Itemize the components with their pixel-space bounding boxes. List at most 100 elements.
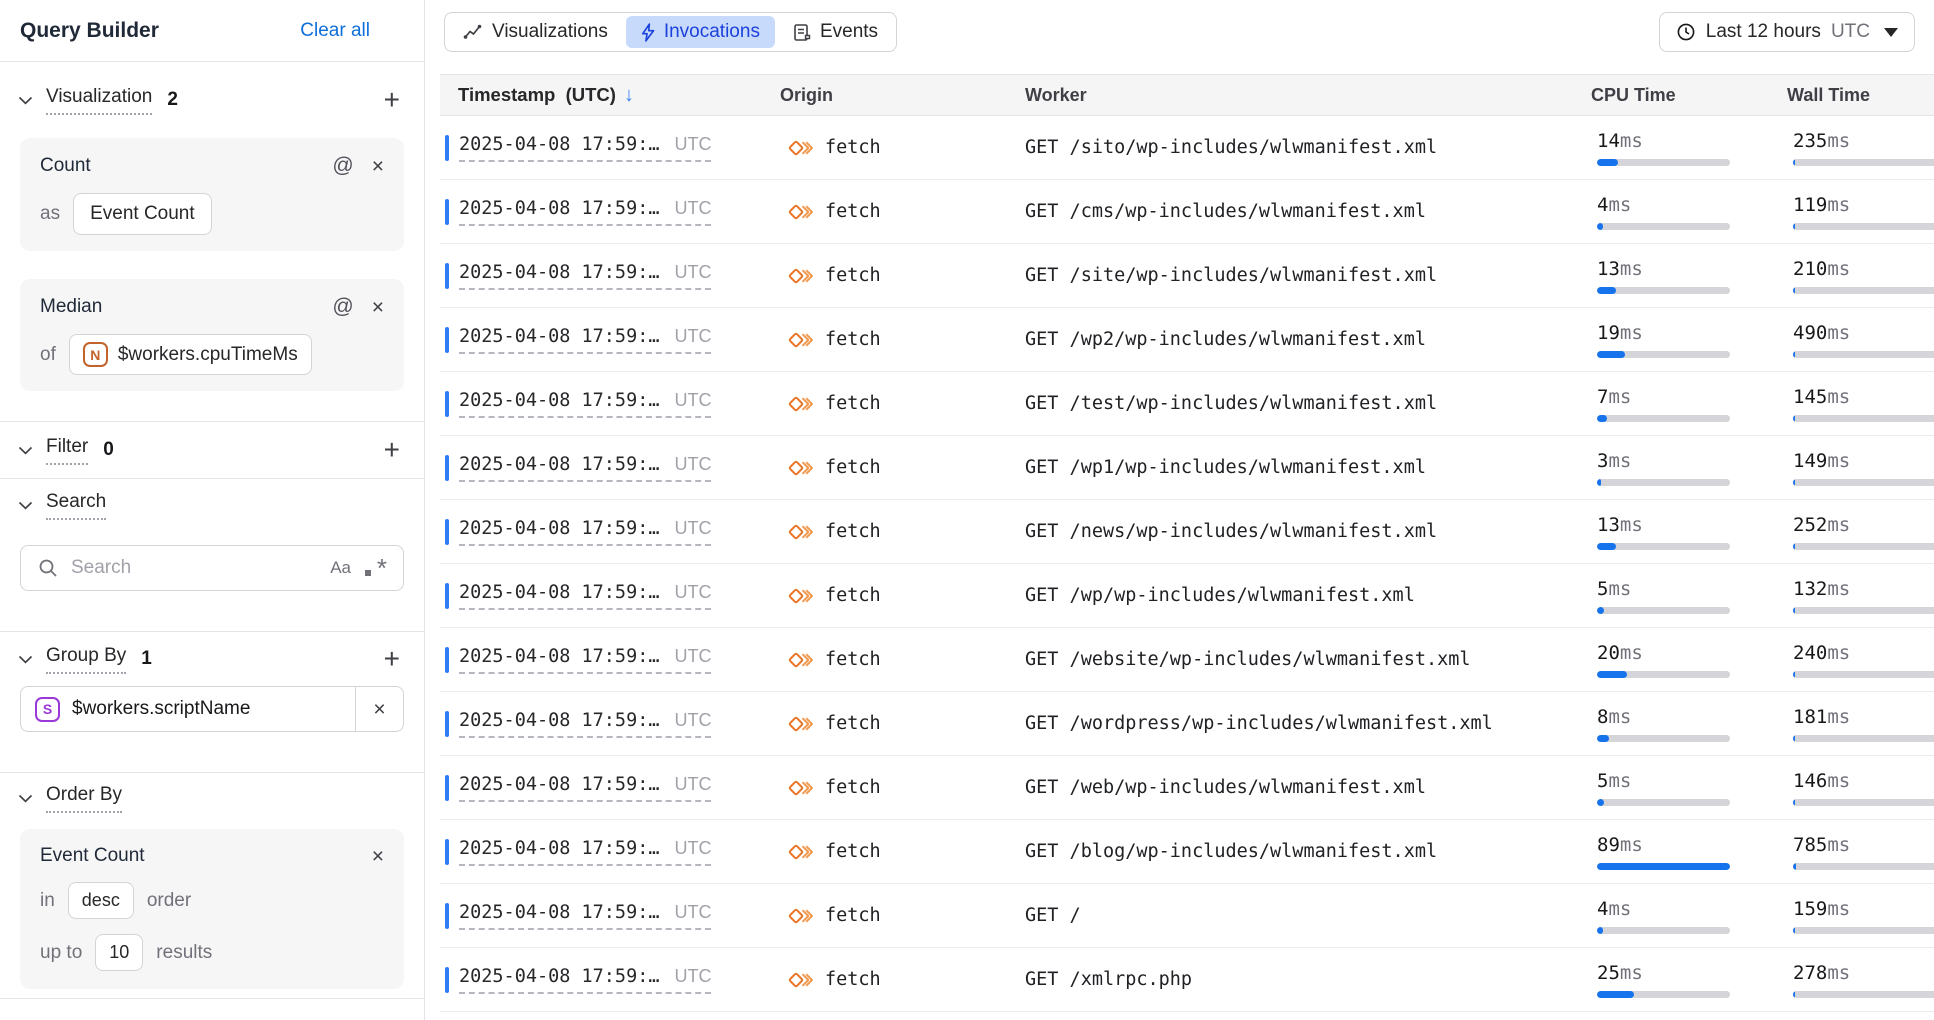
- group-by-label[interactable]: Group By: [46, 645, 126, 674]
- wall-time-unit: ms: [1827, 322, 1850, 344]
- wall-time-bar: [1793, 415, 1934, 422]
- chevron-down-icon[interactable]: [18, 655, 33, 664]
- timestamp-cell[interactable]: 2025-04-08 17:59:… UTC: [459, 774, 711, 802]
- remove-order-by-button[interactable]: ×: [372, 846, 384, 867]
- origin-label: fetch: [825, 969, 881, 990]
- table-row[interactable]: 2025-04-08 17:59:… UTC fetch GET /sito/w…: [440, 116, 1934, 180]
- fetch-origin-icon: [788, 327, 815, 353]
- cpu-time-unit: ms: [1620, 130, 1643, 152]
- search-label[interactable]: Search: [46, 491, 106, 520]
- remove-group-by-button[interactable]: ×: [355, 687, 403, 731]
- remove-median-button[interactable]: ×: [372, 297, 384, 318]
- add-visualization-button[interactable]: +: [384, 90, 400, 110]
- clock-icon: [1676, 22, 1696, 42]
- timestamp-value: 2025-04-08 17:59:…: [459, 134, 659, 155]
- wall-time-bar: [1793, 479, 1934, 486]
- column-header-timestamp[interactable]: Timestamp (UTC) ↓: [440, 84, 780, 107]
- column-header-worker[interactable]: Worker: [1025, 85, 1586, 106]
- worker-request: GET /blog/wp-includes/wlwmanifest.xml: [1025, 841, 1586, 862]
- regex-icon[interactable]: *: [363, 556, 387, 580]
- wall-time-value: 252: [1793, 514, 1827, 536]
- tab-visualizations[interactable]: Visualizations: [448, 16, 623, 48]
- result-limit-button[interactable]: 10: [95, 934, 143, 971]
- timestamp-cell[interactable]: 2025-04-08 17:59:… UTC: [459, 326, 711, 354]
- chevron-down-icon[interactable]: [18, 446, 33, 455]
- timestamp-cell[interactable]: 2025-04-08 17:59:… UTC: [459, 710, 711, 738]
- time-range-selector[interactable]: Last 12 hours UTC: [1659, 12, 1915, 52]
- timestamp-cell[interactable]: 2025-04-08 17:59:… UTC: [459, 518, 711, 546]
- table-row[interactable]: 2025-04-08 17:59:… UTC fetch GET /news/w…: [440, 500, 1934, 564]
- table-row[interactable]: 2025-04-08 17:59:… UTC fetch GET /wp1/wp…: [440, 436, 1934, 500]
- table-row[interactable]: 2025-04-08 17:59:… UTC fetch GET /websit…: [440, 628, 1934, 692]
- table-row[interactable]: 2025-04-08 17:59:… UTC fetch GET /cms/wp…: [440, 180, 1934, 244]
- tab-invocations[interactable]: Invocations: [626, 16, 775, 48]
- cpu-time-bar: [1597, 799, 1730, 806]
- table-row[interactable]: 2025-04-08 17:59:… UTC fetch GET /site/w…: [440, 244, 1934, 308]
- timestamp-cell[interactable]: 2025-04-08 17:59:… UTC: [459, 454, 711, 482]
- column-header-origin[interactable]: Origin: [780, 85, 1025, 106]
- count-alias-button[interactable]: Event Count: [73, 193, 212, 235]
- timestamp-cell[interactable]: 2025-04-08 17:59:… UTC: [459, 966, 711, 994]
- chevron-down-icon[interactable]: [18, 794, 33, 803]
- timestamp-cell[interactable]: 2025-04-08 17:59:… UTC: [459, 134, 711, 162]
- search-input[interactable]: [71, 557, 318, 579]
- table-row[interactable]: 2025-04-08 17:59:… UTC fetch GET /wordpr…: [440, 692, 1934, 756]
- median-field-button[interactable]: N $workers.cpuTimeMs: [69, 334, 312, 375]
- wall-time-bar-fill: [1793, 607, 1795, 614]
- timestamp-timezone: UTC: [674, 774, 711, 795]
- cpu-time-bar: [1597, 287, 1730, 294]
- at-mention-icon[interactable]: @: [332, 295, 353, 319]
- table-row[interactable]: 2025-04-08 17:59:… UTC fetch GET / 4ms 1…: [440, 884, 1934, 948]
- remove-count-button[interactable]: ×: [372, 156, 384, 177]
- section-filter: Filter 0 +: [0, 422, 424, 478]
- chevron-down-icon[interactable]: [18, 96, 33, 105]
- cpu-time-unit: ms: [1620, 834, 1643, 856]
- timestamp-cell[interactable]: 2025-04-08 17:59:… UTC: [459, 198, 711, 226]
- timestamp-cell[interactable]: 2025-04-08 17:59:… UTC: [459, 262, 711, 290]
- divider: [0, 998, 424, 999]
- at-mention-icon[interactable]: @: [332, 154, 353, 178]
- wall-time-unit: ms: [1827, 514, 1850, 536]
- search-icon: [37, 557, 59, 579]
- match-case-icon[interactable]: Aa: [330, 558, 351, 578]
- clear-all-link[interactable]: Clear all: [300, 20, 370, 42]
- fetch-origin-icon: [788, 775, 815, 801]
- wall-time-value: 240: [1793, 642, 1827, 664]
- wall-time-bar-fill: [1793, 415, 1795, 422]
- table-row[interactable]: 2025-04-08 17:59:… UTC fetch GET /web/wp…: [440, 756, 1934, 820]
- cpu-time-bar-fill: [1597, 223, 1603, 230]
- visualization-label[interactable]: Visualization: [46, 86, 152, 115]
- sort-descending-icon[interactable]: ↓: [624, 84, 634, 107]
- timestamp-cell[interactable]: 2025-04-08 17:59:… UTC: [459, 390, 711, 418]
- table-row[interactable]: 2025-04-08 17:59:… UTC fetch GET /wp2/wp…: [440, 308, 1934, 372]
- timestamp-cell[interactable]: 2025-04-08 17:59:… UTC: [459, 902, 711, 930]
- timestamp-cell[interactable]: 2025-04-08 17:59:… UTC: [459, 838, 711, 866]
- median-card-title: Median: [40, 296, 102, 318]
- add-group-by-button[interactable]: +: [384, 649, 400, 669]
- table-row[interactable]: 2025-04-08 17:59:… UTC fetch GET /wp/wp-…: [440, 564, 1934, 628]
- origin-label: fetch: [825, 905, 881, 926]
- timestamp-cell[interactable]: 2025-04-08 17:59:… UTC: [459, 582, 711, 610]
- wall-time-value: 181: [1793, 706, 1827, 728]
- timestamp-value: 2025-04-08 17:59:…: [459, 966, 659, 987]
- timestamp-value: 2025-04-08 17:59:…: [459, 198, 659, 219]
- column-header-wall-time[interactable]: Wall Time: [1787, 85, 1934, 106]
- cpu-time-value: 5: [1597, 770, 1608, 792]
- timestamp-cell[interactable]: 2025-04-08 17:59:… UTC: [459, 646, 711, 674]
- table-row[interactable]: 2025-04-08 17:59:… UTC fetch GET /xmlrpc…: [440, 948, 1934, 1012]
- order-direction-button[interactable]: desc: [68, 882, 134, 919]
- order-by-label[interactable]: Order By: [46, 784, 122, 813]
- worker-request: GET /wp1/wp-includes/wlwmanifest.xml: [1025, 457, 1586, 478]
- row-accent-bar: [445, 583, 449, 609]
- table-row[interactable]: 2025-04-08 17:59:… UTC fetch GET /test/w…: [440, 372, 1934, 436]
- column-header-cpu-time[interactable]: CPU Time: [1586, 85, 1787, 106]
- chevron-down-icon[interactable]: [18, 501, 33, 510]
- lightning-bolt-icon: [641, 23, 655, 42]
- add-filter-button[interactable]: +: [384, 440, 400, 460]
- filter-label[interactable]: Filter: [46, 436, 88, 465]
- table-row[interactable]: 2025-04-08 17:59:… UTC fetch GET /blog/w…: [440, 820, 1934, 884]
- tab-events[interactable]: Events: [778, 16, 893, 48]
- topbar: Visualizations Invocations Events Last 1…: [426, 0, 1934, 74]
- worker-request: GET /xmlrpc.php: [1025, 969, 1586, 990]
- group-by-field-chip[interactable]: S $workers.scriptName ×: [20, 686, 404, 732]
